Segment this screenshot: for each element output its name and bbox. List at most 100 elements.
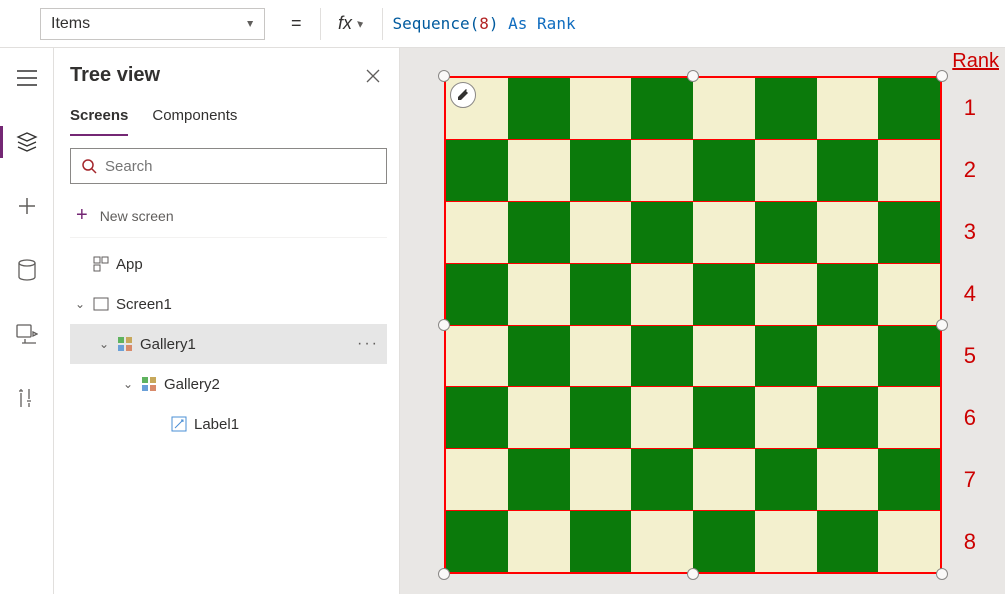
board-cell — [446, 511, 508, 572]
board-cell — [508, 202, 570, 263]
resize-handle[interactable] — [687, 568, 699, 580]
tree-item-gallery1[interactable]: ⌄ Gallery1 ··· — [70, 324, 387, 364]
tree-item-label: App — [116, 256, 379, 273]
tree-title: Tree view — [70, 64, 160, 87]
chevron-down-icon: ▸ — [354, 20, 368, 26]
canvas[interactable]: Rank 12345678 — [400, 48, 1005, 594]
rail-hamburger[interactable] — [7, 58, 47, 98]
resize-handle[interactable] — [936, 319, 948, 331]
fx-button[interactable]: fx ▸ — [320, 8, 382, 40]
board-cell — [755, 202, 817, 263]
resize-handle[interactable] — [438, 70, 450, 82]
new-screen-label: New screen — [100, 208, 174, 224]
edit-template-button[interactable] — [450, 82, 476, 108]
board-cell — [693, 264, 755, 325]
gallery1-control[interactable]: 12345678 — [444, 76, 942, 574]
tree-item-gallery2[interactable]: ⌄ Gallery2 — [70, 364, 387, 404]
tree-item-screen1[interactable]: ⌄ Screen1 — [70, 284, 387, 324]
resize-handle[interactable] — [438, 568, 450, 580]
resize-handle[interactable] — [687, 70, 699, 82]
board-cell — [693, 511, 755, 572]
close-icon — [365, 68, 381, 84]
board-cell — [631, 511, 693, 572]
formula-token-paren: ( — [470, 14, 480, 33]
gallery-icon — [116, 335, 134, 353]
tab-screens[interactable]: Screens — [70, 107, 128, 136]
search-box[interactable] — [70, 148, 387, 184]
board-cell — [631, 387, 693, 448]
board-cell — [878, 326, 940, 387]
board-cell — [570, 326, 632, 387]
label-icon — [170, 415, 188, 433]
rank-number: 4 — [964, 281, 976, 307]
tools-icon — [17, 387, 37, 409]
tree-item-label: Label1 — [194, 416, 379, 433]
board-cell — [817, 326, 879, 387]
equals-sign: = — [273, 13, 320, 34]
chevron-down-icon: ▸ — [244, 20, 258, 26]
board-cell — [570, 264, 632, 325]
board-cell — [817, 140, 879, 201]
tree-panel: Tree view Screens Components + New scree… — [54, 48, 400, 594]
board-cell — [878, 78, 940, 139]
chevron-down-icon[interactable]: ⌄ — [74, 297, 86, 311]
rail-tree-view[interactable] — [7, 122, 47, 162]
board-cell — [631, 202, 693, 263]
board-cell — [446, 449, 508, 510]
app-icon — [92, 255, 110, 273]
board-cell — [817, 202, 879, 263]
hamburger-icon — [17, 70, 37, 86]
formula-token-num: 8 — [479, 14, 489, 33]
board-cell — [570, 140, 632, 201]
board-cell — [508, 264, 570, 325]
board-cell — [631, 449, 693, 510]
board-cell — [755, 326, 817, 387]
board-cell — [817, 511, 879, 572]
property-dropdown[interactable]: Items ▸ — [40, 8, 265, 40]
board-cell — [446, 202, 508, 263]
search-input[interactable] — [105, 158, 376, 175]
board-cell — [570, 449, 632, 510]
database-icon — [17, 259, 37, 281]
screen-icon — [92, 295, 110, 313]
board-cell — [755, 449, 817, 510]
rail-data[interactable] — [7, 250, 47, 290]
more-button[interactable]: ··· — [357, 335, 379, 353]
board-cell — [446, 264, 508, 325]
board-cell — [693, 202, 755, 263]
resize-handle[interactable] — [936, 70, 948, 82]
board-cell — [817, 387, 879, 448]
formula-editor[interactable]: Sequence(8) As Rank — [382, 8, 1005, 40]
formula-token-id: Rank — [537, 14, 576, 33]
rail-insert[interactable] — [7, 186, 47, 226]
board-cell — [508, 387, 570, 448]
tree-item-label1[interactable]: Label1 — [70, 404, 387, 444]
new-screen-button[interactable]: + New screen — [70, 194, 387, 238]
board-cell — [878, 264, 940, 325]
chevron-down-icon[interactable]: ⌄ — [98, 337, 110, 351]
tree-close-button[interactable] — [365, 68, 381, 84]
tree-item-label: Gallery2 — [164, 376, 379, 393]
rail-settings[interactable] — [7, 378, 47, 418]
board-cell — [693, 140, 755, 201]
board-cell — [817, 264, 879, 325]
board-cell — [755, 140, 817, 201]
pencil-icon — [456, 88, 470, 102]
board-cell — [631, 326, 693, 387]
resize-handle[interactable] — [936, 568, 948, 580]
board-cell — [446, 326, 508, 387]
tab-components[interactable]: Components — [152, 107, 237, 136]
rank-row: 8 — [446, 510, 940, 572]
board-cell — [878, 202, 940, 263]
tree-item-label: Gallery1 — [140, 336, 351, 353]
chevron-down-icon[interactable]: ⌄ — [122, 377, 134, 391]
rank-row: 4 — [446, 263, 940, 325]
tree-item-app[interactable]: App — [70, 244, 387, 284]
rank-row: 3 — [446, 201, 940, 263]
rail-media[interactable] — [7, 314, 47, 354]
board-cell — [755, 511, 817, 572]
chess-board: 12345678 — [444, 76, 942, 574]
left-rail — [0, 48, 54, 594]
resize-handle[interactable] — [438, 319, 450, 331]
board-cell — [508, 326, 570, 387]
